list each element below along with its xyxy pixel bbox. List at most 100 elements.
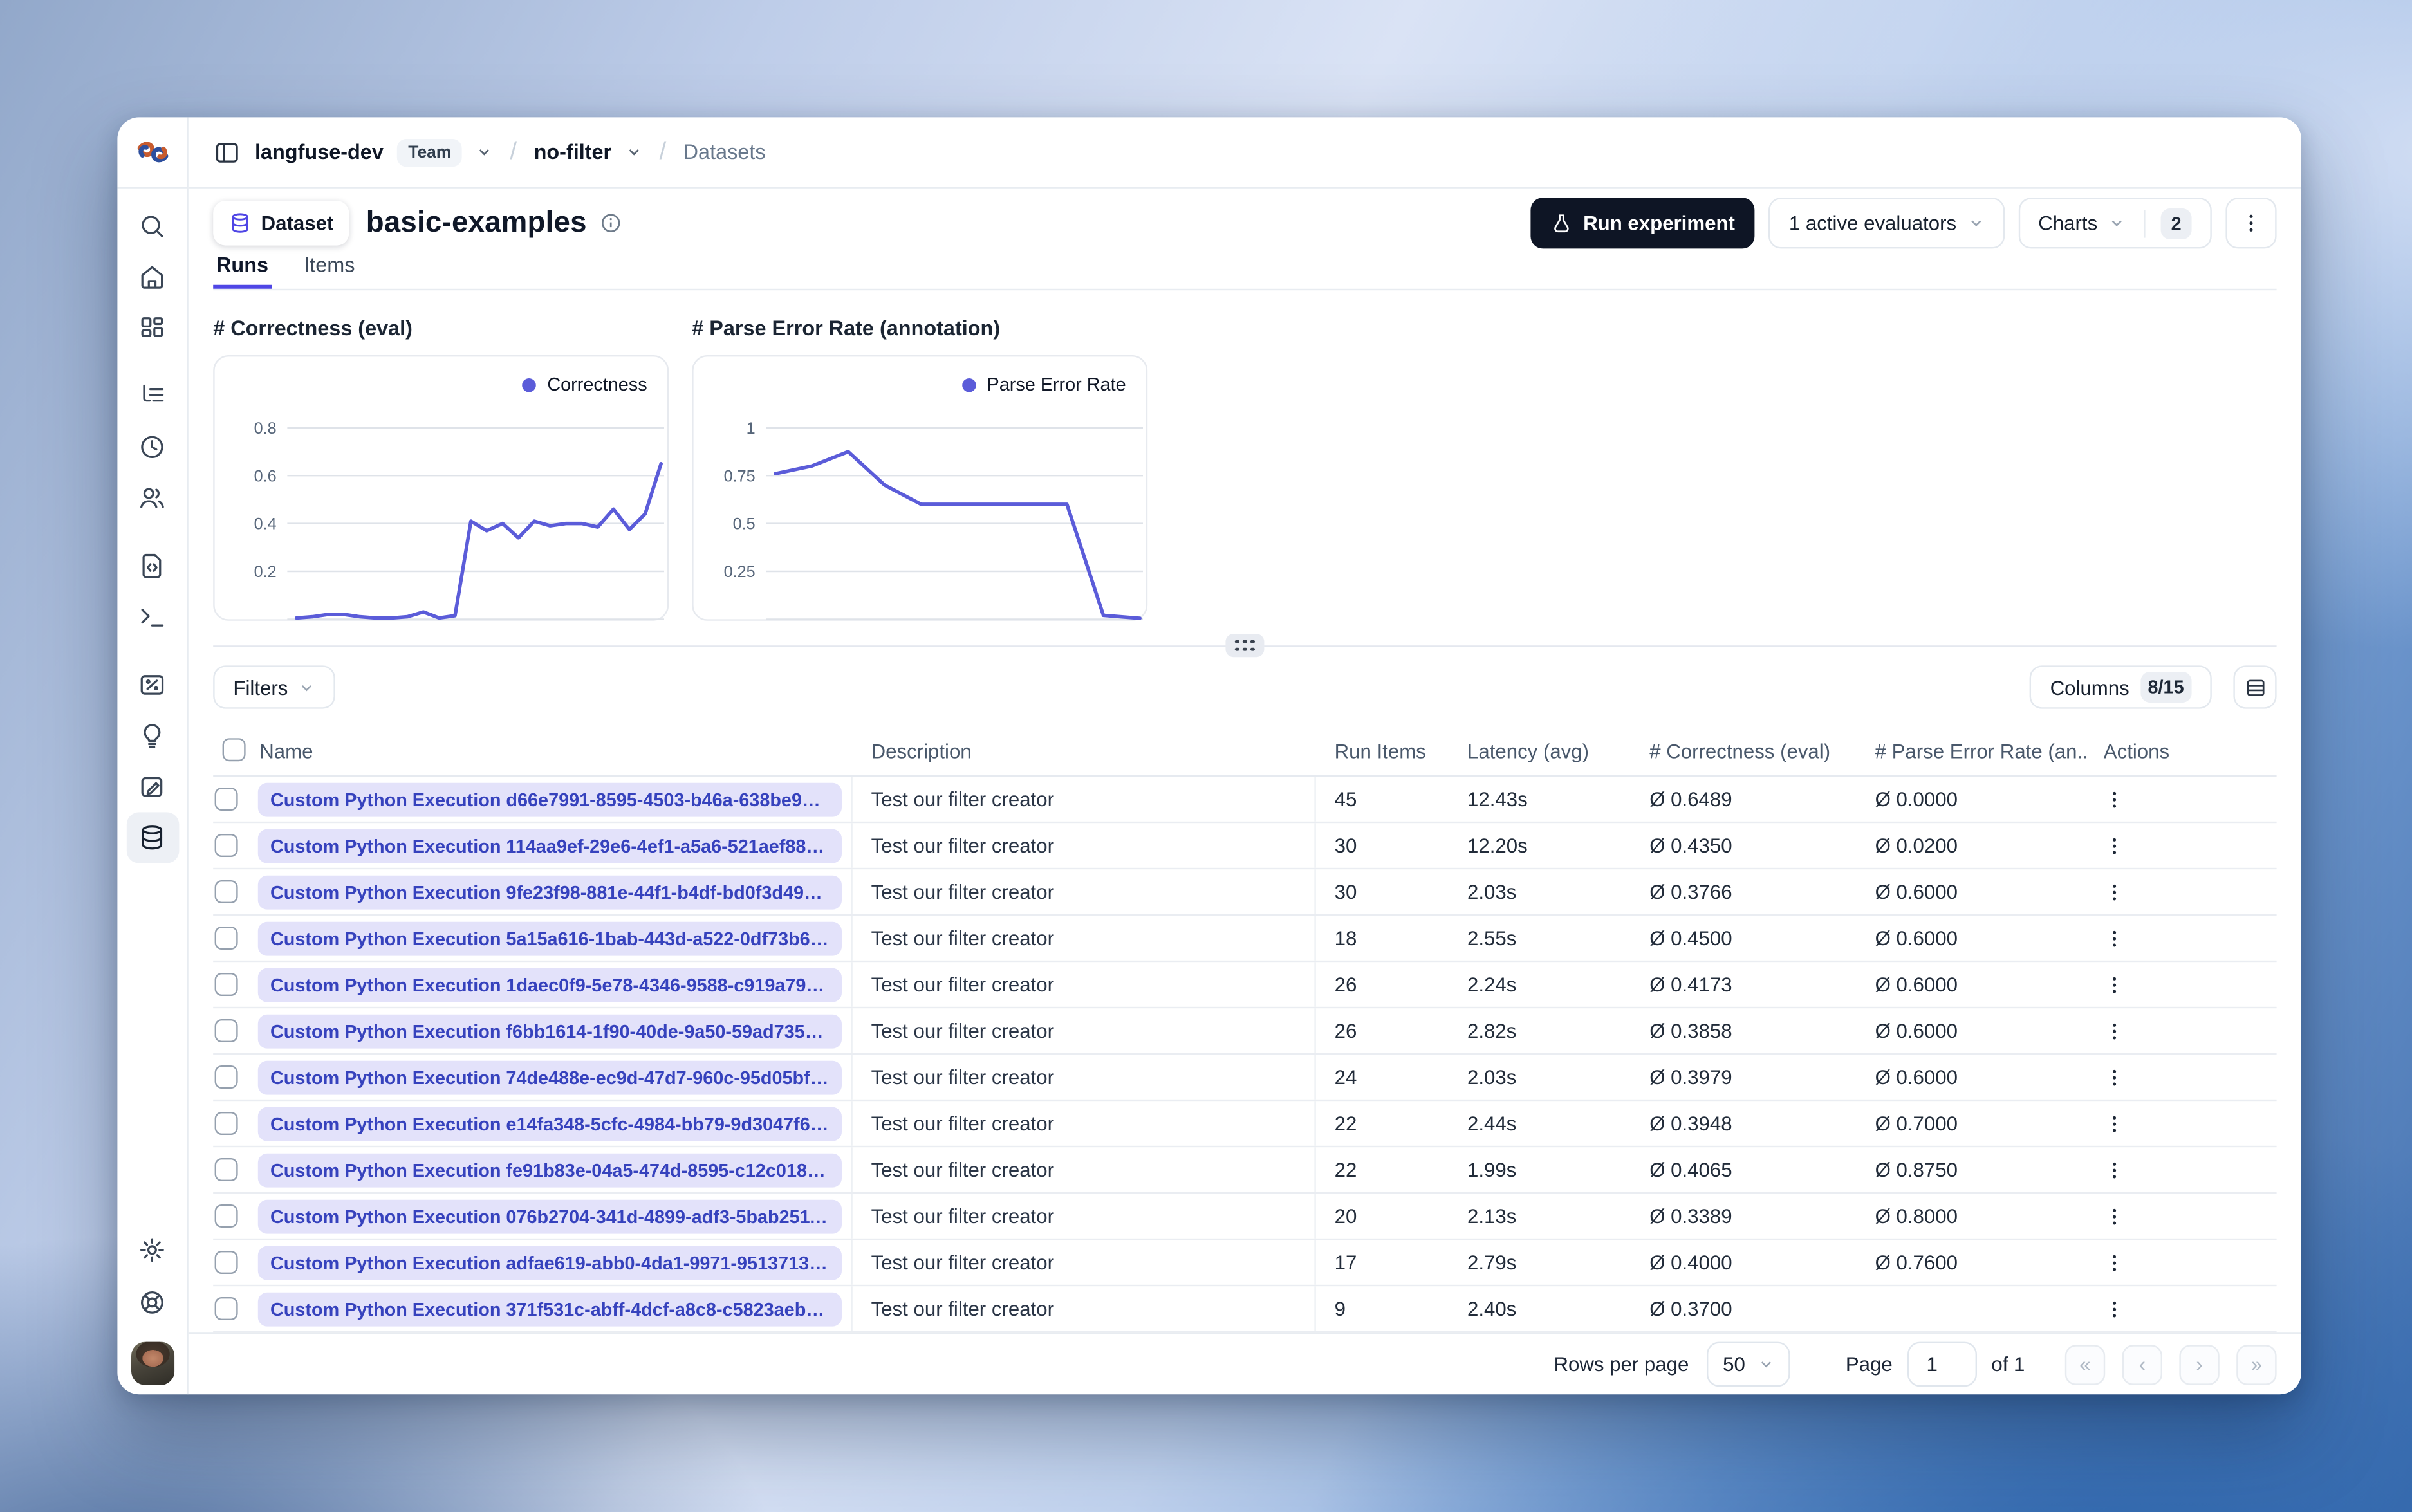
main-panel: langfuse-dev Team / no-filter / Datasets	[188, 117, 2302, 1394]
correctness-value: Ø 0.3979	[1649, 1065, 1732, 1089]
column-header-description[interactable]: Description	[853, 740, 1316, 763]
rows-per-page-select[interactable]: 50	[1707, 1341, 1790, 1387]
row-actions-menu[interactable]	[2104, 973, 2126, 995]
evaluators-label: 1 active evaluators	[1788, 211, 1957, 235]
column-header-name[interactable]: Name	[250, 740, 853, 763]
run-experiment-button[interactable]: Run experiment	[1530, 198, 1756, 249]
row-actions-menu[interactable]	[2104, 881, 2126, 903]
kebab-icon	[2113, 837, 2117, 854]
row-checkbox[interactable]	[214, 1204, 238, 1228]
column-header-run-items[interactable]: Run Items	[1316, 740, 1449, 763]
run-name-link[interactable]: Custom Python Execution 9fe23f98-881e-44…	[257, 874, 842, 909]
table-row: Custom Python Execution 9fe23f98-881e-44…	[213, 869, 2277, 916]
columns-button[interactable]: Columns 8/15	[2030, 665, 2212, 709]
sidebar-item-search[interactable]	[126, 201, 179, 252]
row-actions-menu[interactable]	[2104, 1298, 2126, 1320]
project-name[interactable]: no-filter	[534, 140, 612, 163]
last-page-button[interactable]: »	[2236, 1344, 2277, 1385]
project-chevron-down-icon[interactable]	[626, 143, 642, 160]
section-name[interactable]: Datasets	[683, 140, 766, 163]
row-actions-menu[interactable]	[2104, 1112, 2126, 1134]
page-number-input[interactable]	[1907, 1341, 1978, 1387]
sidebar-item-playground[interactable]	[126, 591, 179, 642]
parse-error-value: Ø 0.6000	[1875, 880, 1958, 903]
row-checkbox[interactable]	[214, 880, 238, 903]
run-name-link[interactable]: Custom Python Execution fe91b83e-04a5-47…	[257, 1152, 842, 1187]
run-name-link[interactable]: Custom Python Execution d66e7991-8595-45…	[257, 782, 842, 816]
sidebar-item-tracing[interactable]	[126, 371, 179, 421]
first-page-button[interactable]: «	[2064, 1344, 2106, 1385]
chart-title-parse-error: # Parse Error Rate (annotation)	[692, 317, 1001, 340]
row-actions-menu[interactable]	[2104, 1066, 2126, 1088]
filters-button[interactable]: Filters	[213, 665, 336, 709]
annotate-icon	[141, 777, 163, 797]
run-name-link[interactable]: Custom Python Execution 5a15a616-1bab-44…	[257, 921, 842, 955]
select-all-checkbox[interactable]	[222, 737, 246, 761]
prev-page-button[interactable]: ‹	[2122, 1344, 2163, 1385]
tab-runs[interactable]: Runs	[213, 254, 272, 289]
row-actions-menu[interactable]	[2104, 1205, 2126, 1227]
langfuse-logo[interactable]	[117, 117, 187, 189]
sidebar-item-support[interactable]	[126, 1277, 179, 1328]
row-checkbox[interactable]	[214, 1112, 238, 1136]
row-checkbox[interactable]	[214, 1297, 238, 1320]
column-header-latency[interactable]: Latency (avg)	[1449, 740, 1631, 763]
sidebar-item-prompts[interactable]	[126, 540, 179, 591]
row-actions-menu[interactable]	[2104, 927, 2126, 949]
sidebar-item-users[interactable]	[126, 472, 179, 523]
run-name-link[interactable]: Custom Python Execution 371f531c-abff-4d…	[257, 1291, 842, 1326]
run-name-link[interactable]: Custom Python Execution 076b2704-341d-48…	[257, 1199, 842, 1233]
charts-dropdown[interactable]: Charts 2	[2018, 198, 2212, 249]
next-page-button[interactable]: ›	[2179, 1344, 2220, 1385]
sidebar-item-insights[interactable]	[126, 710, 179, 761]
flask-icon	[1554, 214, 1569, 232]
row-actions-menu[interactable]	[2104, 1251, 2126, 1273]
correctness-value: Ø 0.3389	[1649, 1204, 1732, 1228]
active-evaluators-dropdown[interactable]: 1 active evaluators	[1768, 198, 2005, 249]
kebab-icon	[2113, 976, 2117, 993]
legend-dot-icon	[962, 377, 976, 392]
tab-bar: Runs Items	[213, 254, 2277, 291]
run-name-link[interactable]: Custom Python Execution 74de488e-ec9d-47…	[257, 1060, 842, 1094]
row-checkbox[interactable]	[214, 1251, 238, 1275]
run-name-link[interactable]: Custom Python Execution f6bb1614-1f90-40…	[257, 1013, 842, 1048]
row-actions-menu[interactable]	[2104, 788, 2126, 810]
run-name-link[interactable]: Custom Python Execution e14fa348-5cfc-49…	[257, 1106, 842, 1141]
correctness-line-chart: 0.2 0.4 0.6 0.8	[254, 419, 665, 620]
sidebar-item-datasets[interactable]	[125, 812, 179, 863]
org-name[interactable]: langfuse-dev	[255, 140, 384, 163]
row-actions-menu[interactable]	[2104, 1159, 2126, 1181]
row-checkbox[interactable]	[214, 973, 238, 997]
row-checkbox[interactable]	[214, 1065, 238, 1089]
sidebar-item-evaluation[interactable]	[126, 659, 179, 710]
column-header-parse-error[interactable]: # Parse Error Rate (an...	[1857, 740, 2088, 763]
run-description: Test our filter creator	[853, 1286, 1316, 1331]
sidebar-item-annotation[interactable]	[126, 761, 179, 812]
row-checkbox[interactable]	[214, 1019, 238, 1043]
header-more-actions-button[interactable]	[2225, 198, 2277, 249]
sidebar-item-dashboards[interactable]	[126, 302, 179, 353]
row-height-button[interactable]	[2233, 665, 2277, 709]
chart-legend: Correctness	[522, 374, 647, 395]
user-avatar[interactable]	[130, 1341, 174, 1385]
org-chevron-down-icon[interactable]	[476, 143, 493, 160]
sidebar-item-sessions[interactable]	[126, 421, 179, 472]
row-checkbox[interactable]	[214, 788, 238, 811]
sidebar-item-home[interactable]	[126, 252, 179, 302]
resize-grip-handle[interactable]	[1225, 634, 1265, 658]
tab-items[interactable]: Items	[301, 254, 358, 289]
sidebar-item-settings[interactable]	[126, 1224, 179, 1275]
row-checkbox[interactable]	[214, 834, 238, 857]
column-header-correctness[interactable]: # Correctness (eval)	[1631, 740, 1856, 763]
info-icon[interactable]	[599, 212, 622, 235]
sidebar-toggle-button[interactable]	[213, 138, 241, 166]
row-checkbox[interactable]	[214, 927, 238, 950]
row-actions-menu[interactable]	[2104, 834, 2126, 856]
run-name-link[interactable]: Custom Python Execution 1daec0f9-5e78-43…	[257, 967, 842, 1002]
row-actions-menu[interactable]	[2104, 1020, 2126, 1042]
run-name-link[interactable]: Custom Python Execution 114aa9ef-29e6-4e…	[257, 828, 842, 863]
row-checkbox[interactable]	[214, 1158, 238, 1182]
kebab-icon	[2113, 1254, 2117, 1271]
correctness-value: Ø 0.3766	[1649, 880, 1732, 903]
run-name-link[interactable]: Custom Python Execution adfae619-abb0-4d…	[257, 1245, 842, 1280]
